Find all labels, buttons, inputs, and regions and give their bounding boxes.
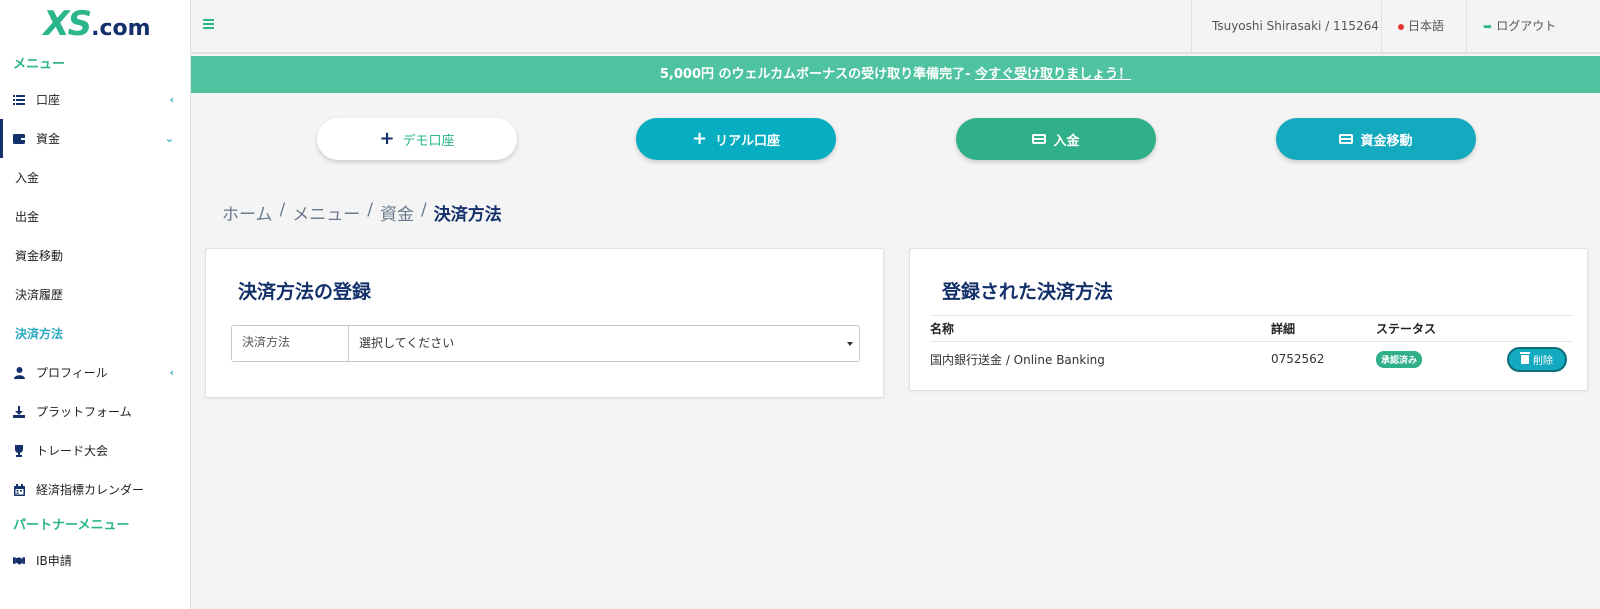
language-selector[interactable]: 日本語: [1381, 0, 1466, 54]
logout-icon: ➥: [1483, 20, 1493, 33]
sidebar-subitem-deposit[interactable]: 入金: [0, 158, 190, 197]
delete-label: 削除: [1533, 355, 1553, 367]
chevron-left-icon: ‹: [169, 93, 174, 106]
register-payment-method-card: 決済方法の登録 決済方法 選択してください: [205, 248, 884, 398]
plus-icon: +: [692, 128, 708, 149]
payment-methods-table: 名称 詳細 ステータス 国内銀行送金 / Online Banking 0752…: [930, 315, 1573, 376]
sidebar-item-label: IB申請: [36, 554, 72, 568]
chevron-left-icon: ‹: [169, 366, 174, 379]
sidebar-item-label: 資金: [36, 132, 61, 146]
credit-card-icon: [1032, 134, 1047, 144]
table-row: 国内銀行送金 / Online Banking 0752562 承認済み 削除: [930, 342, 1573, 376]
breadcrumb-separator: /: [420, 200, 427, 220]
cell-status: 承認済み: [1376, 350, 1511, 368]
breadcrumb: ホーム / メニュー / 資金 / 決済方法: [222, 200, 509, 225]
real-account-button[interactable]: + リアル口座: [636, 118, 836, 160]
fund-transfer-button[interactable]: 資金移動: [1276, 118, 1476, 160]
trash-icon: [1520, 351, 1530, 364]
status-badge: 承認済み: [1376, 350, 1423, 368]
partner-menu-heading: パートナーメニュー: [13, 518, 130, 533]
plus-icon: +: [379, 128, 395, 149]
delete-button[interactable]: 削除: [1507, 346, 1567, 372]
sidebar-item-ib[interactable]: IB申請: [0, 541, 190, 580]
logout-label: ログアウト: [1496, 19, 1557, 33]
cell-action: 削除: [1507, 346, 1573, 372]
banner-claim-link[interactable]: 今すぐ受け取りましょう！: [975, 67, 1131, 82]
caret-down-icon: [847, 342, 853, 346]
payment-method-label: 決済方法: [232, 326, 349, 361]
demo-account-button[interactable]: + デモ口座: [317, 118, 517, 160]
column-header-name: 名称: [930, 322, 955, 336]
sidebar-item-label: 経済指標カレンダー: [36, 483, 145, 497]
card-title: 登録された決済方法: [942, 281, 1114, 303]
button-label: 資金移動: [1360, 133, 1413, 149]
button-label: デモ口座: [402, 133, 455, 149]
trophy-icon: [13, 444, 25, 457]
sidebar-item-profile[interactable]: プロフィール ‹: [0, 353, 190, 392]
button-label: 入金: [1053, 133, 1080, 149]
sidebar-item-funds[interactable]: 資金 ⌄: [0, 119, 190, 158]
list-icon: [13, 94, 25, 106]
handshake-icon: [13, 555, 25, 567]
sidebar-item-label: プラットフォーム: [36, 405, 132, 419]
payment-method-select[interactable]: 選択してください: [349, 326, 859, 361]
user-icon: [13, 366, 25, 379]
language-label: 日本語: [1408, 19, 1445, 33]
logo-suffix: .com: [91, 15, 151, 41]
sidebar-item-label: プロフィール: [36, 366, 108, 380]
logout-button[interactable]: ➥ ログアウト: [1466, 0, 1596, 54]
sidebar-subitem-withdraw[interactable]: 出金: [0, 197, 190, 236]
table-header: 名称 詳細 ステータス: [930, 316, 1573, 342]
sidebar: XS .com メニュー 口座 ‹ 資金 ⌄ 入金 出金 資金移動 決済履歴 決…: [0, 0, 191, 609]
banner-text: 5,000円 のウェルカムボーナスの受け取り準備完了-: [659, 67, 976, 82]
column-header-detail: 詳細: [1271, 322, 1296, 336]
cell-name: 国内銀行送金 / Online Banking: [930, 352, 1105, 367]
breadcrumb-funds[interactable]: 資金: [380, 200, 414, 225]
breadcrumb-menu[interactable]: メニュー: [292, 200, 360, 225]
button-label: リアル口座: [715, 133, 780, 149]
payment-method-select-group: 決済方法 選択してください: [231, 325, 860, 362]
welcome-bonus-banner: 5,000円 のウェルカムボーナスの受け取り準備完了- 今すぐ受け取りましょう！: [191, 56, 1600, 93]
column-header-status: ステータス: [1376, 322, 1437, 336]
sidebar-item-calendar[interactable]: 経済指標カレンダー: [0, 470, 190, 509]
credit-card-icon: [1339, 134, 1354, 144]
card-title: 決済方法の登録: [238, 281, 372, 303]
wallet-icon: [13, 133, 25, 145]
logo-brand: XS: [43, 4, 92, 44]
sidebar-subitem-transfer[interactable]: 資金移動: [0, 236, 190, 275]
registered-payment-methods-card: 登録された決済方法 名称 詳細 ステータス 国内銀行送金 / Online Ba…: [909, 248, 1588, 391]
user-account-label: Tsuyoshi Shirasaki / 115264: [1191, 0, 1381, 54]
chevron-down-icon: ⌄: [164, 132, 174, 145]
top-header: Tsuyoshi Shirasaki / 115264 日本語 ➥ ログアウト: [191, 0, 1600, 54]
breadcrumb-separator: /: [279, 200, 286, 220]
cell-detail: 0752562: [1271, 352, 1325, 366]
menu-heading: メニュー: [13, 57, 66, 72]
select-value: 選択してください: [359, 336, 455, 350]
hamburger-menu-icon[interactable]: [203, 19, 214, 29]
deposit-button[interactable]: 入金: [956, 118, 1156, 160]
sidebar-subitem-payment-method[interactable]: 決済方法: [0, 314, 190, 353]
sidebar-item-platform[interactable]: プラットフォーム: [0, 392, 190, 431]
sidebar-item-contest[interactable]: トレード大会: [0, 431, 190, 470]
sidebar-item-account[interactable]: 口座 ‹: [0, 80, 190, 119]
sidebar-item-label: 口座: [36, 93, 61, 107]
calendar-icon: [13, 483, 25, 496]
breadcrumb-home[interactable]: ホーム: [222, 200, 273, 225]
sidebar-subitem-history[interactable]: 決済履歴: [0, 275, 190, 314]
breadcrumb-separator: /: [367, 200, 373, 220]
sidebar-item-label: トレード大会: [36, 444, 109, 458]
download-icon: [13, 405, 25, 418]
xs-logo[interactable]: XS .com: [0, 0, 190, 48]
japan-flag-icon: [1398, 23, 1404, 30]
breadcrumb-current: 決済方法: [433, 205, 502, 225]
